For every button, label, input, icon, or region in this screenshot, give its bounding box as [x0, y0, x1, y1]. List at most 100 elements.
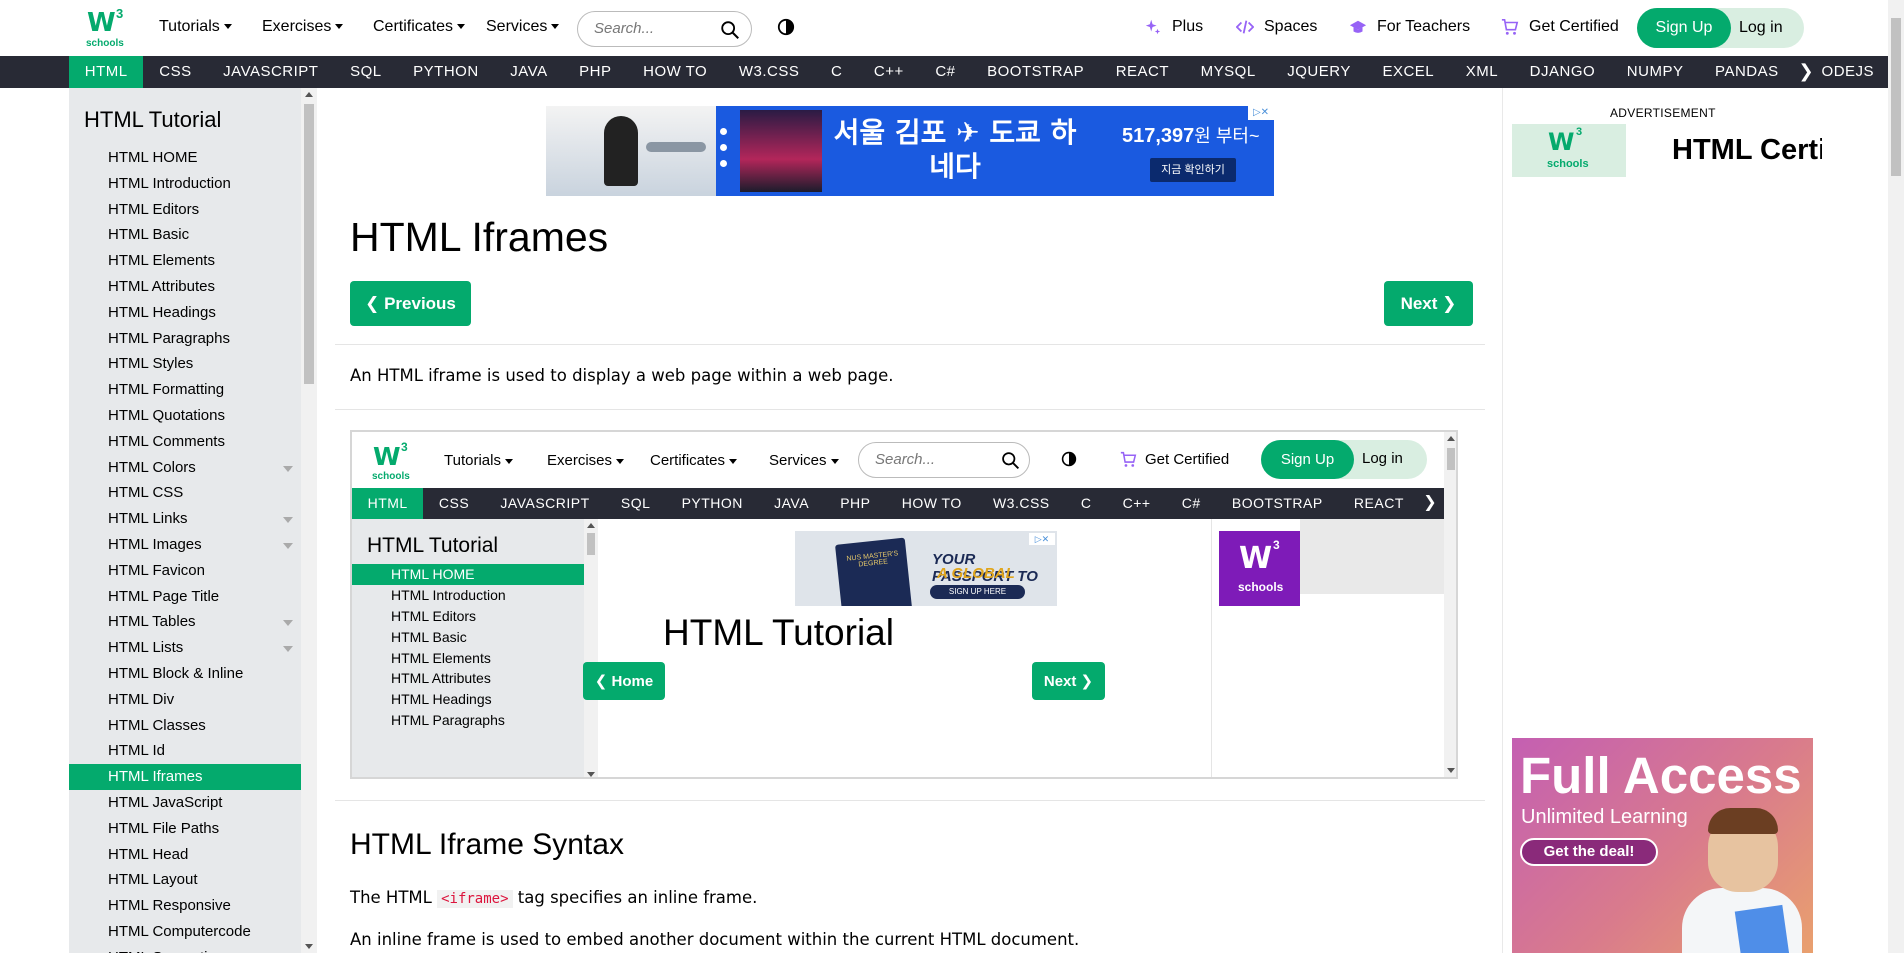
frame-subject-tab-javascript[interactable]: JAVASCRIPT — [485, 488, 605, 519]
scroll-down-arrow-icon[interactable] — [587, 772, 595, 777]
subject-tab-django[interactable]: DJANGO — [1514, 56, 1611, 88]
chevron-down-icon[interactable] — [283, 646, 293, 653]
frame-services-menu[interactable]: Services — [769, 452, 839, 469]
subject-tab-html[interactable]: HTML — [69, 56, 144, 88]
ad-close-icon[interactable]: ▷✕ — [1248, 106, 1274, 120]
scrollbar-thumb[interactable] — [304, 104, 314, 384]
contrast-icon[interactable] — [777, 18, 795, 36]
frame-subject-tab-java[interactable]: JAVA — [759, 488, 825, 519]
frame-w3schools-logo[interactable]: W 3 schools — [370, 440, 414, 484]
sidebar-item-html-home[interactable]: HTML HOME — [69, 145, 301, 171]
sidebar-item-html-block-inline[interactable]: HTML Block & Inline — [69, 661, 301, 687]
subject-tab-python[interactable]: PYTHON — [397, 56, 494, 88]
next-button[interactable]: Next ❯ — [1384, 281, 1473, 326]
frame-subject-tab-c-[interactable]: C++ — [1107, 488, 1166, 519]
frame-sidebar-item-html-home[interactable]: HTML HOME — [352, 564, 584, 585]
for-teachers-link[interactable]: For Teachers — [1349, 18, 1470, 36]
previous-button[interactable]: ❮ Previous — [350, 281, 471, 326]
sidebar-item-html-headings[interactable]: HTML Headings — [69, 300, 301, 326]
subject-tab-xml[interactable]: XML — [1450, 56, 1514, 88]
frame-home-button[interactable]: ❮ Home — [583, 662, 665, 700]
plus-link[interactable]: Plus — [1144, 18, 1203, 36]
frame-tutorials-menu[interactable]: Tutorials — [444, 452, 513, 469]
exercises-menu[interactable]: Exercises — [262, 18, 344, 36]
scroll-up-arrow-icon[interactable] — [1447, 436, 1455, 441]
scroll-up-arrow-icon[interactable] — [587, 523, 595, 528]
sidebar-item-html-computercode[interactable]: HTML Computercode — [69, 919, 301, 945]
sidebar-item-html-styles[interactable]: HTML Styles — [69, 351, 301, 377]
sidebar-item-html-comments[interactable]: HTML Comments — [69, 429, 301, 455]
frame-subject-tab-html[interactable]: HTML — [352, 488, 424, 519]
sidebar-item-html-formatting[interactable]: HTML Formatting — [69, 377, 301, 403]
frame-subject-tab-w3-css[interactable]: W3.CSS — [977, 488, 1065, 519]
sidebar-item-html-responsive[interactable]: HTML Responsive — [69, 893, 301, 919]
search-icon[interactable] — [1000, 450, 1021, 471]
subject-tab-jquery[interactable]: JQUERY — [1271, 56, 1366, 88]
sidebar-item-html-iframes[interactable]: HTML Iframes — [69, 764, 301, 790]
subject-scroll-right-button[interactable]: ❯ — [1792, 56, 1820, 88]
subject-tab-javascript[interactable]: JAVASCRIPT — [207, 56, 334, 88]
frame-subject-tab-sql[interactable]: SQL — [605, 488, 666, 519]
sidebar-item-html-head[interactable]: HTML Head — [69, 842, 301, 868]
frame-sidebar-item-html-attributes[interactable]: HTML Attributes — [352, 668, 584, 689]
subject-tab-w3-css[interactable]: W3.CSS — [723, 56, 815, 88]
frame-exercises-menu[interactable]: Exercises — [547, 452, 625, 469]
subject-tab-c-[interactable]: C++ — [858, 56, 919, 88]
sidebar-item-html-id[interactable]: HTML Id — [69, 738, 301, 764]
sidebar-item-html-links[interactable]: HTML Links — [69, 506, 301, 532]
certification-ad[interactable]: W 3 schools HTML Certification — [1512, 124, 1822, 177]
sidebar-item-html-basic[interactable]: HTML Basic — [69, 222, 301, 248]
sidebar-item-html-semantics[interactable]: HTML Semantics — [69, 945, 301, 953]
sidebar-item-html-classes[interactable]: HTML Classes — [69, 713, 301, 739]
frame-sidebar-item-html-basic[interactable]: HTML Basic — [352, 627, 584, 648]
full-access-ad[interactable]: Full Access Unlimited Learning Get the d… — [1512, 738, 1813, 953]
iframe-example[interactable]: W 3 schools Tutorials Exercises Certific… — [350, 430, 1458, 779]
scroll-down-arrow-icon[interactable] — [305, 944, 313, 949]
subject-tab-numpy[interactable]: NUMPY — [1611, 56, 1699, 88]
tutorials-menu[interactable]: Tutorials — [159, 18, 232, 36]
sidebar-item-html-file-paths[interactable]: HTML File Paths — [69, 816, 301, 842]
frame-get-certified-link[interactable]: Get Certified — [1120, 451, 1229, 468]
scrollbar-thumb[interactable] — [587, 533, 595, 555]
frame-w3schools-ad[interactable]: W 3 schools — [1219, 531, 1300, 606]
frame-scrollbar[interactable] — [1444, 432, 1456, 777]
sign-up-button[interactable]: Sign Up — [1637, 8, 1731, 48]
subject-tab-pandas[interactable]: PANDAS — [1699, 56, 1794, 88]
frame-search-input[interactable]: Search... — [858, 442, 1030, 478]
chevron-down-icon[interactable] — [283, 542, 293, 549]
sidebar-item-html-lists[interactable]: HTML Lists — [69, 635, 301, 661]
sidebar-item-html-javascript[interactable]: HTML JavaScript — [69, 790, 301, 816]
chevron-down-icon[interactable] — [283, 620, 293, 627]
services-menu[interactable]: Services — [486, 18, 560, 36]
subject-tab-how-to[interactable]: HOW TO — [627, 56, 723, 88]
ad-close-icon[interactable]: ▷✕ — [1029, 533, 1055, 545]
chevron-down-icon[interactable] — [283, 465, 293, 472]
sidebar-item-html-page-title[interactable]: HTML Page Title — [69, 584, 301, 610]
spaces-link[interactable]: Spaces — [1236, 18, 1317, 36]
frame-sidebar-item-html-headings[interactable]: HTML Headings — [352, 689, 584, 710]
sidebar-item-html-elements[interactable]: HTML Elements — [69, 248, 301, 274]
frame-subject-tab-c[interactable]: C — [1065, 488, 1107, 519]
frame-subject-tab-python[interactable]: PYTHON — [666, 488, 759, 519]
subject-tab-excel[interactable]: EXCEL — [1367, 56, 1450, 88]
get-certified-link[interactable]: Get Certified — [1501, 18, 1619, 36]
frame-certificates-menu[interactable]: Certificates — [650, 452, 738, 469]
sidebar-scrollbar[interactable] — [301, 88, 317, 953]
sidebar-item-html-div[interactable]: HTML Div — [69, 687, 301, 713]
sidebar-item-html-editors[interactable]: HTML Editors — [69, 197, 301, 223]
subject-tab-mysql[interactable]: MYSQL — [1185, 56, 1272, 88]
frame-advertisement[interactable]: NUS MASTER'S DEGREE YOUR PASSPORT TO A G… — [795, 531, 1057, 606]
search-input[interactable]: Search... — [577, 11, 752, 47]
frame-log-in-button[interactable]: Log in — [1362, 450, 1403, 467]
scroll-down-arrow-icon[interactable] — [1447, 768, 1455, 773]
sidebar-item-html-favicon[interactable]: HTML Favicon — [69, 558, 301, 584]
frame-sidebar-item-html-introduction[interactable]: HTML Introduction — [352, 585, 584, 606]
frame-subject-tab-css[interactable]: CSS — [423, 488, 484, 519]
chevron-down-icon[interactable] — [283, 517, 293, 524]
frame-subject-tab-how-to[interactable]: HOW TO — [886, 488, 977, 519]
subject-tab-c[interactable]: C — [815, 56, 858, 88]
subject-tab-css[interactable]: CSS — [143, 56, 207, 88]
frame-subject-tab-php[interactable]: PHP — [825, 488, 886, 519]
sidebar-item-html-quotations[interactable]: HTML Quotations — [69, 403, 301, 429]
subject-tab-react[interactable]: REACT — [1100, 56, 1185, 88]
